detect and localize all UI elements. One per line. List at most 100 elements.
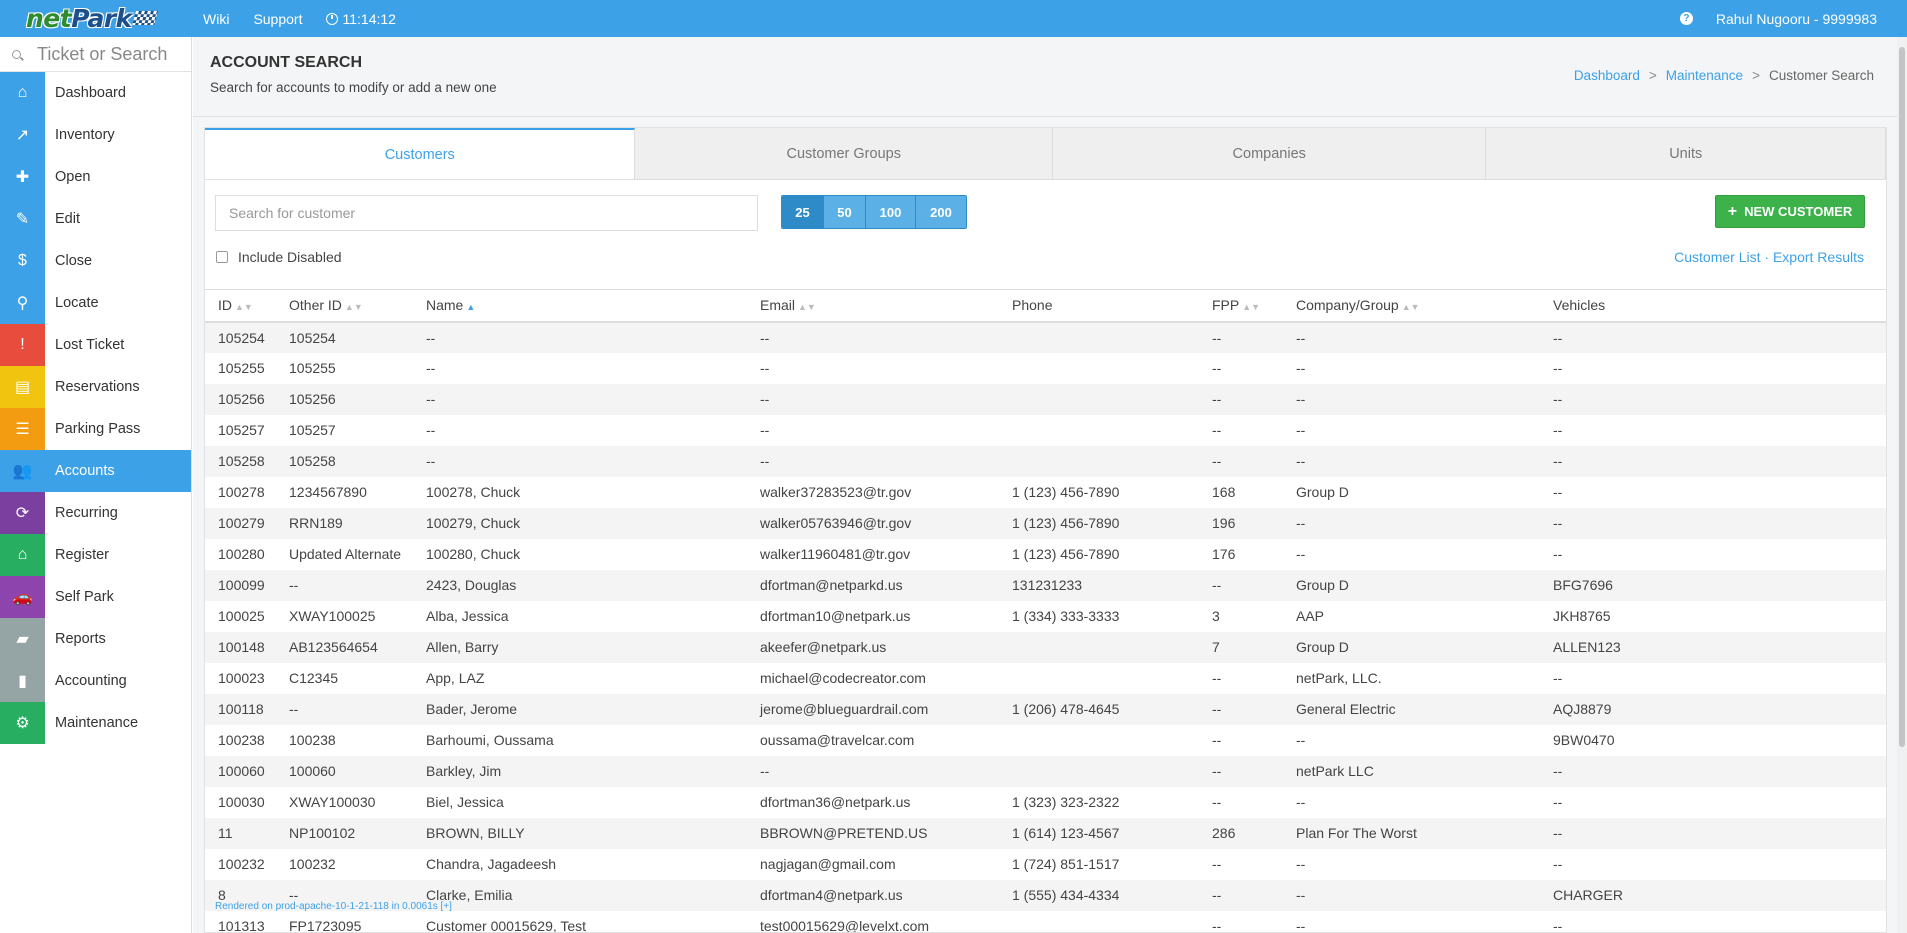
table-row[interactable]: 100060 100060 Barkley, Jim -- -- netPark LLC -… — [205, 755, 1886, 787]
table-row[interactable]: 100279 RRN189 100279, Chuck walker05763946@… — [205, 507, 1886, 539]
search-icon — [12, 49, 21, 59]
table-row[interactable]: 100030 XWAY100030 Biel, Jessica dfortman36@… — [205, 786, 1886, 818]
table-cell: 100025 — [218, 608, 265, 624]
table-row[interactable]: 105255 105255 -- -- -- -- -- — [205, 352, 1886, 384]
sidebar-nav: ⌂ Dashboard ↗ Inventory ✚ Open ✎ Edit $ Close ⚲ Loc… — [0, 72, 191, 744]
page-size-50-button[interactable]: 50 — [824, 196, 866, 228]
sort-asc-icon: ▲ — [466, 302, 476, 313]
table-cell: 100148 — [218, 639, 265, 655]
plus-icon: ✚ — [0, 156, 45, 198]
sidebar-item-recurring[interactable]: ⟳ Recurring — [0, 492, 191, 534]
table-row[interactable]: 100118 -- Bader, Jerome jerome@blueguardrai… — [205, 693, 1886, 725]
sidebar-item-label: Reports — [55, 631, 106, 647]
sidebar-item-maintenance[interactable]: ⚙ Maintenance — [0, 702, 191, 744]
table-row[interactable]: 100232 100232 Chandra, Jagadeesh nagjagan@g… — [205, 848, 1886, 880]
tab-customers[interactable]: Customers — [205, 128, 636, 179]
table-row[interactable]: 100238 100238 Barhoumi, Oussama oussama@tra… — [205, 724, 1886, 756]
table-row[interactable]: 100278 1234567890 100278, Chuck walker37283… — [205, 476, 1886, 508]
page-size-25-button[interactable]: 25 — [782, 196, 824, 228]
sidebar-item-accounts[interactable]: 👥 Accounts — [0, 450, 191, 492]
table-cell — [999, 353, 1199, 384]
account-search-panel: Customers Customer Groups Companies Unit… — [204, 127, 1887, 933]
table-cell: -- — [1553, 825, 1563, 841]
page-size-100-button[interactable]: 100 — [866, 196, 916, 228]
user-menu[interactable]: Rahul Nugooru - 9999983 — [1716, 11, 1877, 27]
new-customer-label: NEW CUSTOMER — [1744, 204, 1853, 219]
table-cell: 2423, Douglas — [426, 577, 517, 593]
table-cell: 100232 — [289, 856, 336, 872]
top-right: ? Rahul Nugooru - 9999983 — [1679, 0, 1877, 37]
sidebar-item-self-park[interactable]: 🚗 Self Park — [0, 576, 191, 618]
table-row[interactable]: 105257 105257 -- -- -- -- -- — [205, 414, 1886, 446]
table-cell — [999, 663, 1199, 694]
table-cell: -- — [1212, 918, 1222, 933]
table-row[interactable]: 105256 105256 -- -- -- -- -- — [205, 383, 1886, 415]
col-other-id[interactable]: Other ID ▲▼ — [276, 289, 413, 323]
sidebar-item-dashboard[interactable]: ⌂ Dashboard — [0, 72, 191, 114]
col-email[interactable]: Email ▲▼ — [747, 289, 999, 323]
col-name[interactable]: Name ▲ — [413, 289, 747, 323]
export-results-link[interactable]: Export Results — [1773, 249, 1864, 265]
new-customer-button[interactable]: + NEW CUSTOMER — [1715, 195, 1865, 228]
breadcrumb-maintenance[interactable]: Maintenance — [1666, 68, 1743, 83]
sidebar-item-inventory[interactable]: ↗ Inventory — [0, 114, 191, 156]
tab-customer-groups[interactable]: Customer Groups — [635, 128, 1053, 179]
table-row[interactable]: 100280 Updated Alternate 100280, Chuck walk… — [205, 538, 1886, 570]
render-info[interactable]: Rendered on prod-apache-10-1-21-118 in 0… — [215, 901, 452, 912]
tab-units[interactable]: Units — [1486, 128, 1886, 179]
netpark-logo[interactable]: netPark — [26, 3, 158, 33]
table-row[interactable]: 105254 105254 -- -- -- -- -- — [205, 321, 1886, 353]
table-cell: RRN189 — [289, 515, 343, 531]
table-cell: 100279 — [218, 515, 265, 531]
customer-list-link[interactable]: Customer List — [1674, 249, 1760, 265]
col-fpp[interactable]: FPP ▲▼ — [1199, 289, 1283, 323]
col-company-group[interactable]: Company/Group ▲▼ — [1283, 289, 1540, 323]
sidebar-item-close[interactable]: $ Close — [0, 240, 191, 282]
col-id[interactable]: ID ▲▼ — [205, 289, 276, 323]
table-cell: FP1723095 — [289, 918, 362, 933]
page-scrollbar[interactable] — [1897, 37, 1907, 933]
scrollbar-thumb[interactable] — [1899, 47, 1905, 747]
sidebar-item-reservations[interactable]: ▤ Reservations — [0, 366, 191, 408]
page-size-200-button[interactable]: 200 — [916, 196, 966, 228]
sidebar-item-open[interactable]: ✚ Open — [0, 156, 191, 198]
table-row[interactable]: 105258 105258 -- -- -- -- -- — [205, 445, 1886, 477]
include-disabled-checkbox[interactable] — [216, 251, 228, 263]
table-cell: ALLEN123 — [1553, 639, 1621, 655]
wiki-link[interactable]: Wiki — [203, 11, 229, 27]
table-row[interactable]: 8 -- Clarke, Emilia dfortman4@netpark.us 1 (… — [205, 879, 1886, 911]
table-cell: Bader, Jerome — [426, 701, 518, 717]
table-row[interactable]: 11 NP100102 BROWN, BILLY BBROWN@PRETEND.US 1… — [205, 817, 1886, 849]
sidebar-item-accounting[interactable]: ▮ Accounting — [0, 660, 191, 702]
sidebar-item-parking-pass[interactable]: ☰ Parking Pass — [0, 408, 191, 450]
ticket-search-input[interactable] — [35, 42, 185, 66]
table-cell: -- — [289, 577, 299, 593]
checkered-flag-icon — [131, 11, 158, 25]
sidebar-item-reports[interactable]: ▰ Reports — [0, 618, 191, 660]
table-cell: michael@codecreator.com — [760, 670, 926, 686]
table-cell: -- — [760, 763, 770, 779]
sidebar-item-edit[interactable]: ✎ Edit — [0, 198, 191, 240]
main-content: ACCOUNT SEARCH Search for accounts to mo… — [193, 37, 1907, 933]
sidebar-item-register[interactable]: ⌂ Register — [0, 534, 191, 576]
table-cell: AAP — [1296, 608, 1325, 624]
table-row[interactable]: 100025 XWAY100025 Alba, Jessica dfortman10@… — [205, 600, 1886, 632]
table-cell: 105254 — [218, 329, 265, 346]
table-cell: dfortman@netparkd.us — [760, 577, 903, 593]
tab-companies[interactable]: Companies — [1053, 128, 1487, 179]
table-row[interactable]: 100023 C12345 App, LAZ michael@codecreator.… — [205, 662, 1886, 694]
question-circle-icon[interactable]: ? — [1679, 12, 1693, 25]
sidebar-item-locate[interactable]: ⚲ Locate — [0, 282, 191, 324]
table-row[interactable]: 100148 AB123564654 Allen, Barry akeefer@net… — [205, 631, 1886, 663]
breadcrumb-current: Customer Search — [1768, 68, 1874, 83]
customer-search-input[interactable] — [215, 195, 758, 231]
sort-icon: ▲▼ — [1242, 302, 1261, 313]
breadcrumb-dashboard[interactable]: Dashboard — [1574, 68, 1640, 83]
sidebar-item-lost-ticket[interactable]: ! Lost Ticket — [0, 324, 191, 366]
top-nav: Wiki Support 11:14:12 — [203, 0, 396, 37]
include-disabled-option[interactable]: Include Disabled — [216, 249, 342, 265]
table-cell: -- — [426, 360, 436, 376]
table-row[interactable]: 100099 -- 2423, Douglas dfortman@netparkd.u… — [205, 569, 1886, 601]
support-link[interactable]: Support — [253, 11, 302, 27]
table-row[interactable]: 101313 FP1723095 Customer 00015629, Test te… — [205, 910, 1886, 933]
